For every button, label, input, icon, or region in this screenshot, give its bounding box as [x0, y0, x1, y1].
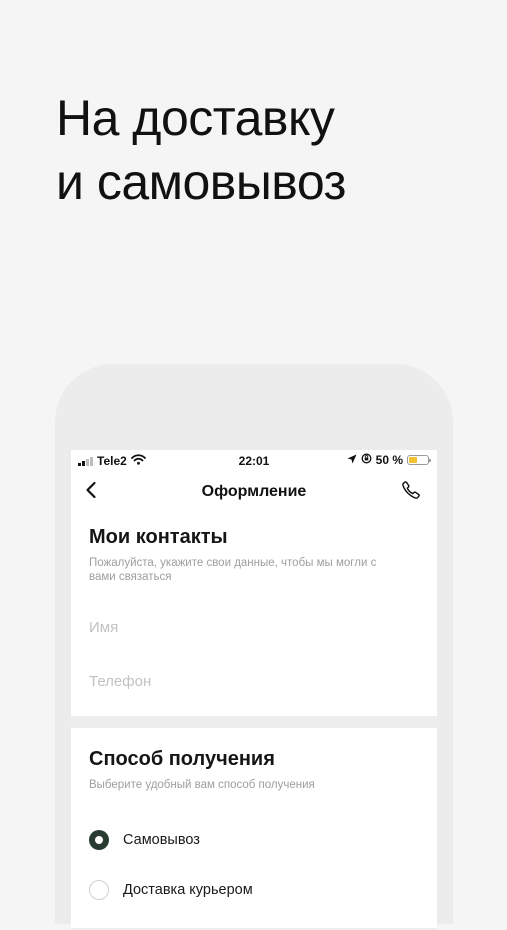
- headline-line-1: На доставку: [56, 90, 335, 146]
- radio-courier[interactable]: [89, 880, 109, 900]
- battery-icon: [407, 455, 431, 465]
- location-arrow-icon: [347, 453, 357, 467]
- call-button[interactable]: [399, 480, 423, 504]
- status-bar: Tele2 22:01 50 %: [71, 450, 437, 472]
- status-bar-right: 50 %: [347, 453, 431, 467]
- battery-percent: 50 %: [375, 453, 403, 467]
- delivery-method-card: Способ получения Выберите удобный вам сп…: [71, 728, 437, 928]
- nav-bar: Оформление: [71, 472, 437, 512]
- phone-icon: [401, 480, 421, 505]
- phone-input[interactable]: [89, 670, 419, 694]
- option-courier[interactable]: Доставка курьером: [89, 880, 419, 900]
- phone-mockup: Tele2 22:01 50 % Оформление Мои контакты…: [55, 364, 453, 930]
- delivery-hint: Выберите удобный вам способ получения: [89, 779, 315, 791]
- page-title: Оформление: [201, 483, 307, 500]
- option-courier-label: Доставка курьером: [123, 882, 253, 898]
- name-input[interactable]: [89, 616, 419, 640]
- contacts-hint: Пожалуйста, укажите свои данные, чтобы м…: [89, 557, 377, 583]
- contacts-card: Мои контакты Пожалуйста, укажите свои да…: [71, 512, 437, 716]
- contacts-title: Мои контакты: [89, 526, 228, 548]
- option-pickup-label: Самовывоз: [123, 832, 200, 848]
- headline-line-2: и самовывоз: [56, 154, 346, 210]
- rotation-lock-icon: [361, 453, 372, 467]
- battery-level: [409, 457, 417, 463]
- delivery-title: Способ получения: [89, 748, 275, 770]
- phone-screen: Tele2 22:01 50 % Оформление Мои контакты…: [71, 450, 437, 930]
- promo-headline: На доставку и самовывоз: [56, 86, 346, 214]
- radio-pickup[interactable]: [89, 830, 109, 850]
- option-pickup[interactable]: Самовывоз: [89, 830, 419, 850]
